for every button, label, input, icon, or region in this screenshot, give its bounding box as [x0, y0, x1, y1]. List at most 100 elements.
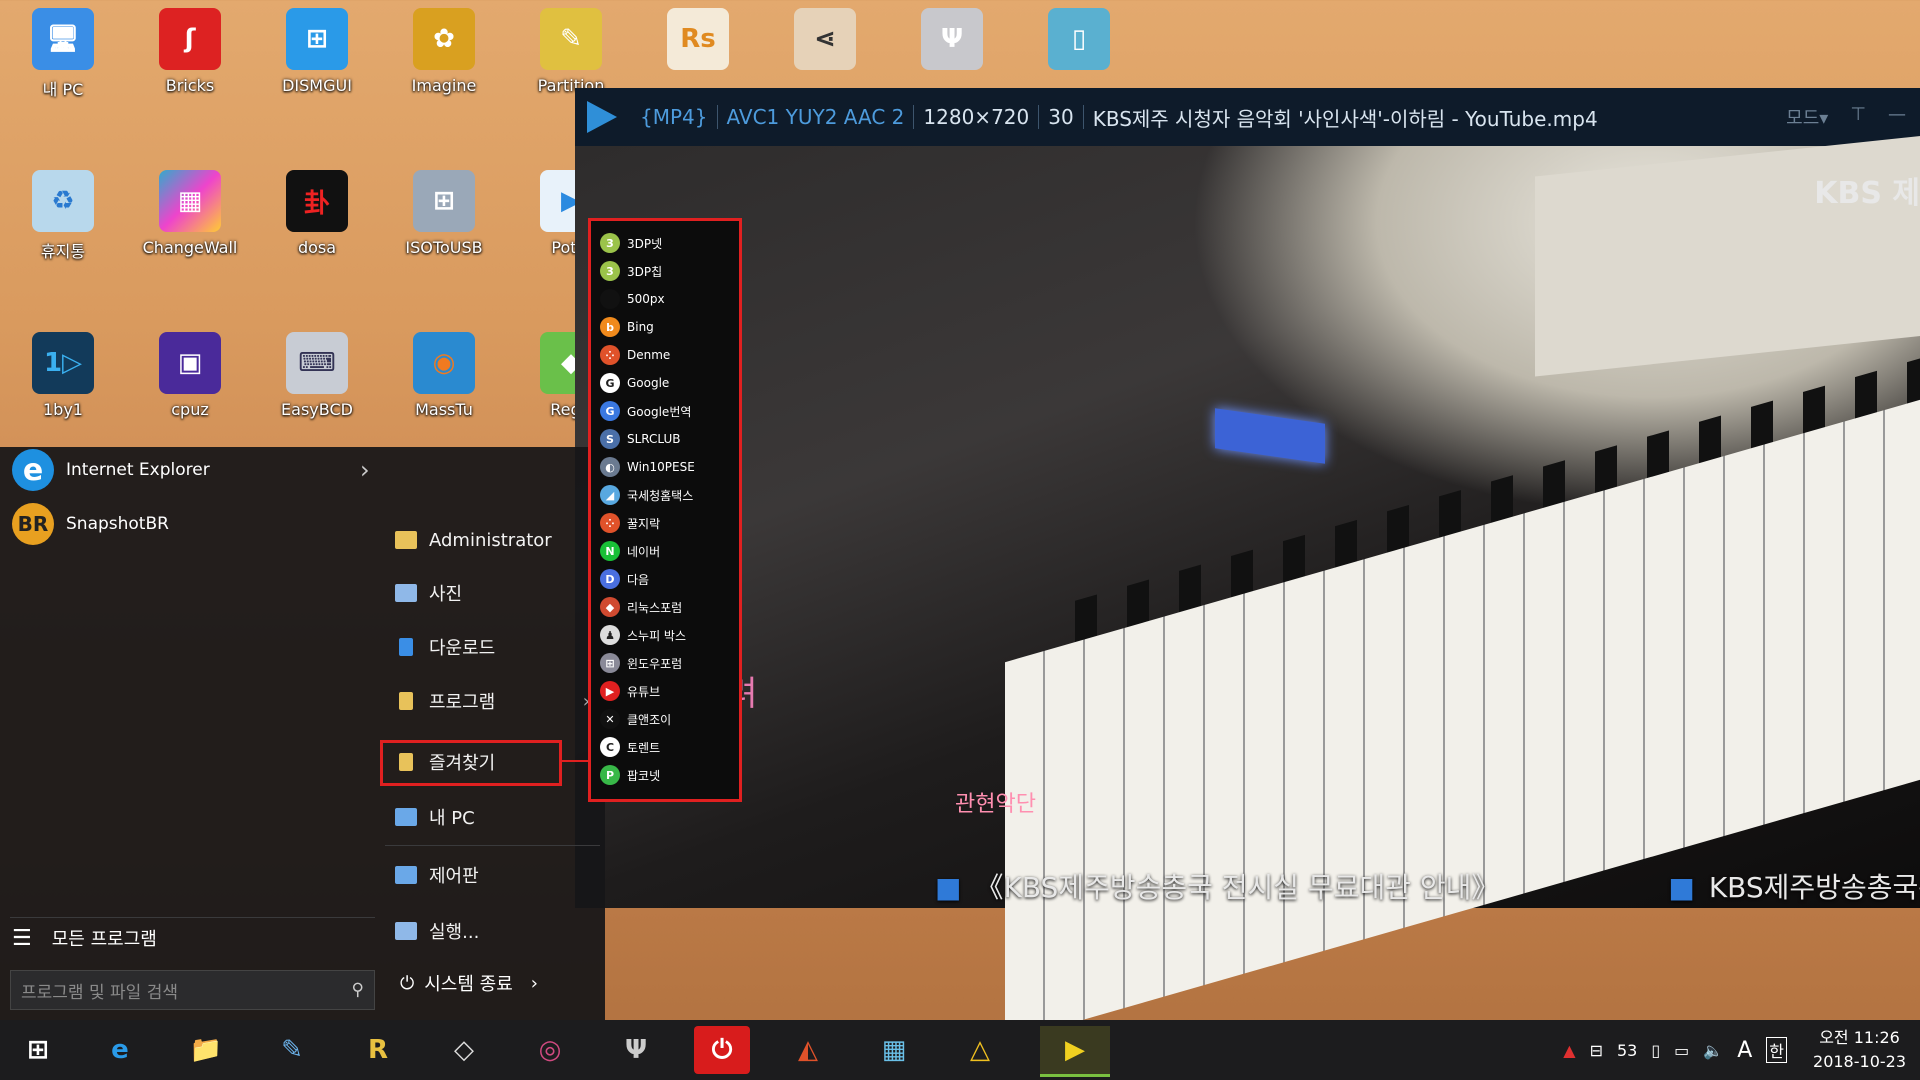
- taskbar-potplayer[interactable]: ▶: [1040, 1026, 1110, 1077]
- desktop-icon-my-pc[interactable]: 🖥 내 PC: [8, 0, 118, 120]
- taskbar-file-explorer[interactable]: 📁: [178, 1026, 234, 1074]
- chevron-right-icon[interactable]: ›: [531, 973, 538, 994]
- desktop-icon-masstube[interactable]: ◉ MassTu: [389, 324, 499, 444]
- menu-item-pictures[interactable]: 사진: [385, 573, 590, 613]
- desktop-icon-label: ISOToUSB: [405, 238, 483, 257]
- taskbar-eraser[interactable]: ◇: [436, 1026, 492, 1074]
- news-ticker: ■《KBS제주방송총국 전시실 무료대관 안내》 ■KBS제주방송총국은 도: [935, 866, 1920, 906]
- desktop-icon-cpuz[interactable]: ▣ cpuz: [135, 324, 245, 444]
- menu-item-label: 프로그램: [429, 692, 496, 713]
- battery-icon[interactable]: ▭: [1674, 1041, 1689, 1060]
- favorite-item[interactable]: 500px: [600, 285, 732, 313]
- taskbar-r-app[interactable]: R: [350, 1026, 406, 1074]
- shutdown-button[interactable]: ⏻ 시스템 종료 ›: [400, 970, 538, 996]
- favorite-item[interactable]: ♟ 스누피 박스: [600, 621, 732, 649]
- 1by1-icon: 1▷: [32, 332, 94, 394]
- favorite-item[interactable]: b Bing: [600, 313, 732, 341]
- iso-to-usb-icon: ⊞: [413, 170, 475, 232]
- desktop-icon-recycle-bin[interactable]: ♻ 휴지통: [8, 162, 118, 282]
- favorite-item[interactable]: ◢ 국세청홈택스: [600, 481, 732, 509]
- favorite-item[interactable]: ◆ 리눅스포럼: [600, 593, 732, 621]
- menu-item-programs[interactable]: 프로그램 ›: [385, 681, 590, 721]
- potplayer-window[interactable]: {MP4} AVC1 YUY2 AAC 2 1280×720 30 KBS제주 …: [575, 88, 1920, 1043]
- desktop-icon-dosa[interactable]: 卦 dosa: [262, 162, 372, 282]
- chevron-right-icon[interactable]: ›: [360, 456, 370, 484]
- desktop-icon-imagine[interactable]: ✿ Imagine: [389, 0, 499, 120]
- usb-tray-icon[interactable]: ▯: [1651, 1041, 1660, 1060]
- favorite-label: 꿀지락: [627, 516, 661, 531]
- favorite-item[interactable]: P 팝코넷: [600, 761, 732, 789]
- menu-item-my-pc[interactable]: 내 PC: [385, 797, 590, 837]
- desktop-icon-changewall[interactable]: ▦ ChangeWall: [135, 162, 245, 282]
- ime-mode-a[interactable]: A: [1737, 1038, 1752, 1063]
- search-icon[interactable]: ⚲: [352, 980, 364, 1000]
- desktop-icon-label: cpuz: [171, 400, 209, 419]
- favorite-site-icon: 3: [600, 233, 620, 253]
- taskbar-triangle-app[interactable]: △: [952, 1026, 1008, 1074]
- favorite-item[interactable]: S SLRCLUB: [600, 425, 732, 453]
- network-icon[interactable]: ⊟: [1590, 1041, 1603, 1060]
- folder-icon: [399, 692, 413, 710]
- pinned-snapshotbr[interactable]: BR SnapshotBR: [12, 501, 169, 547]
- menu-item-downloads[interactable]: 다운로드: [385, 627, 590, 667]
- usb-drive-icon: Ψ: [921, 8, 983, 70]
- desktop-icon-bricks[interactable]: ʃ Bricks: [135, 0, 245, 120]
- search-input[interactable]: 프로그램 및 파일 검색: [21, 978, 178, 1003]
- favorite-item[interactable]: G Google: [600, 369, 732, 397]
- mode-button[interactable]: 모드▾: [1786, 104, 1828, 130]
- menu-item-administrator[interactable]: Administrator: [385, 520, 590, 560]
- taskbar-disk-tool[interactable]: ◎: [522, 1026, 578, 1074]
- favorite-item[interactable]: G Google번역: [600, 397, 732, 425]
- favorite-item[interactable]: ▶ 유튜브: [600, 677, 732, 705]
- menu-item-label: 사진: [429, 584, 463, 605]
- start-menu: e Internet Explorer › BR SnapshotBR Admi…: [0, 447, 605, 1020]
- favorite-item[interactable]: ⁘ Denme: [600, 341, 732, 369]
- favorite-label: 팝코넷: [627, 768, 661, 783]
- desktop-icon-dismgui[interactable]: ⊞ DISMGUI: [262, 0, 372, 120]
- favorite-item[interactable]: ◐ Win10PESE: [600, 453, 732, 481]
- favorite-site-icon: b: [600, 317, 620, 337]
- favorite-item[interactable]: ⊞ 윈도우포럼: [600, 649, 732, 677]
- favorite-item[interactable]: N 네이버: [600, 537, 732, 565]
- desktop-icon-easybcd[interactable]: ⌨ EasyBCD: [262, 324, 372, 444]
- run-icon: [395, 922, 417, 940]
- search-box[interactable]: 프로그램 및 파일 검색 ⚲: [10, 970, 375, 1010]
- internet-explorer-icon: e: [12, 449, 54, 491]
- desktop-icon-1by1[interactable]: 1▷ 1by1: [8, 324, 118, 444]
- all-programs-button[interactable]: ☰ 모든 프로그램: [12, 925, 157, 951]
- taskbar-notepad[interactable]: ✎: [264, 1026, 320, 1074]
- taskbar-internet-explorer[interactable]: e: [92, 1026, 148, 1074]
- ime-mode-han[interactable]: 한: [1766, 1037, 1788, 1063]
- network-up-icon[interactable]: ▲: [1563, 1041, 1575, 1060]
- taskbar-changewall[interactable]: ▦: [866, 1026, 922, 1074]
- format-tag: {MP4}: [631, 105, 718, 129]
- tray-counter[interactable]: 53: [1617, 1041, 1637, 1060]
- favorite-item[interactable]: 3 3DP넷: [600, 229, 732, 257]
- favorite-item[interactable]: D 다음: [600, 565, 732, 593]
- ticker-item: 《KBS제주방송총국 전시실 무료대관 안내》: [975, 871, 1500, 904]
- volume-icon[interactable]: 🔈: [1703, 1041, 1723, 1060]
- pinned-internet-explorer[interactable]: e Internet Explorer ›: [12, 447, 370, 493]
- video-area[interactable]: KBS 제 그려 관현악단 ■《KBS제주방송총국 전시실 무료대관 안내》 ■…: [575, 135, 1920, 1043]
- minimize-icon[interactable]: —: [1888, 104, 1906, 130]
- start-button[interactable]: ⊞: [10, 1026, 66, 1074]
- share-icon: ⋖: [794, 8, 856, 70]
- menu-item-run[interactable]: 실행...: [385, 911, 590, 951]
- eraser-icon: ◇: [454, 1035, 474, 1065]
- taskbar-power-app[interactable]: ⏻: [694, 1026, 750, 1074]
- clock[interactable]: 오전 11:26 2018-10-23: [1813, 1026, 1906, 1074]
- taskbar-umbrella-app[interactable]: ◭: [780, 1026, 836, 1074]
- favorite-item[interactable]: ✕ 클앤조이: [600, 705, 732, 733]
- player-titlebar[interactable]: {MP4} AVC1 YUY2 AAC 2 1280×720 30 KBS제주 …: [575, 88, 1920, 146]
- menu-item-control-panel[interactable]: 제어판: [385, 855, 590, 895]
- sunflower-icon: ✿: [413, 8, 475, 70]
- favorite-item[interactable]: C 토렌트: [600, 733, 732, 761]
- favorites-highlight-box: [380, 740, 562, 786]
- desktop-icon-isotousb[interactable]: ⊞ ISOToUSB: [389, 162, 499, 282]
- favorite-item[interactable]: 3 3DP칩: [600, 257, 732, 285]
- pin-icon[interactable]: ⊤: [1850, 104, 1866, 130]
- favorite-label: Google: [627, 376, 670, 390]
- list-icon: ☰: [12, 925, 32, 951]
- taskbar-usb-tool[interactable]: Ψ: [608, 1026, 664, 1074]
- favorite-item[interactable]: ⁘ 꿀지락: [600, 509, 732, 537]
